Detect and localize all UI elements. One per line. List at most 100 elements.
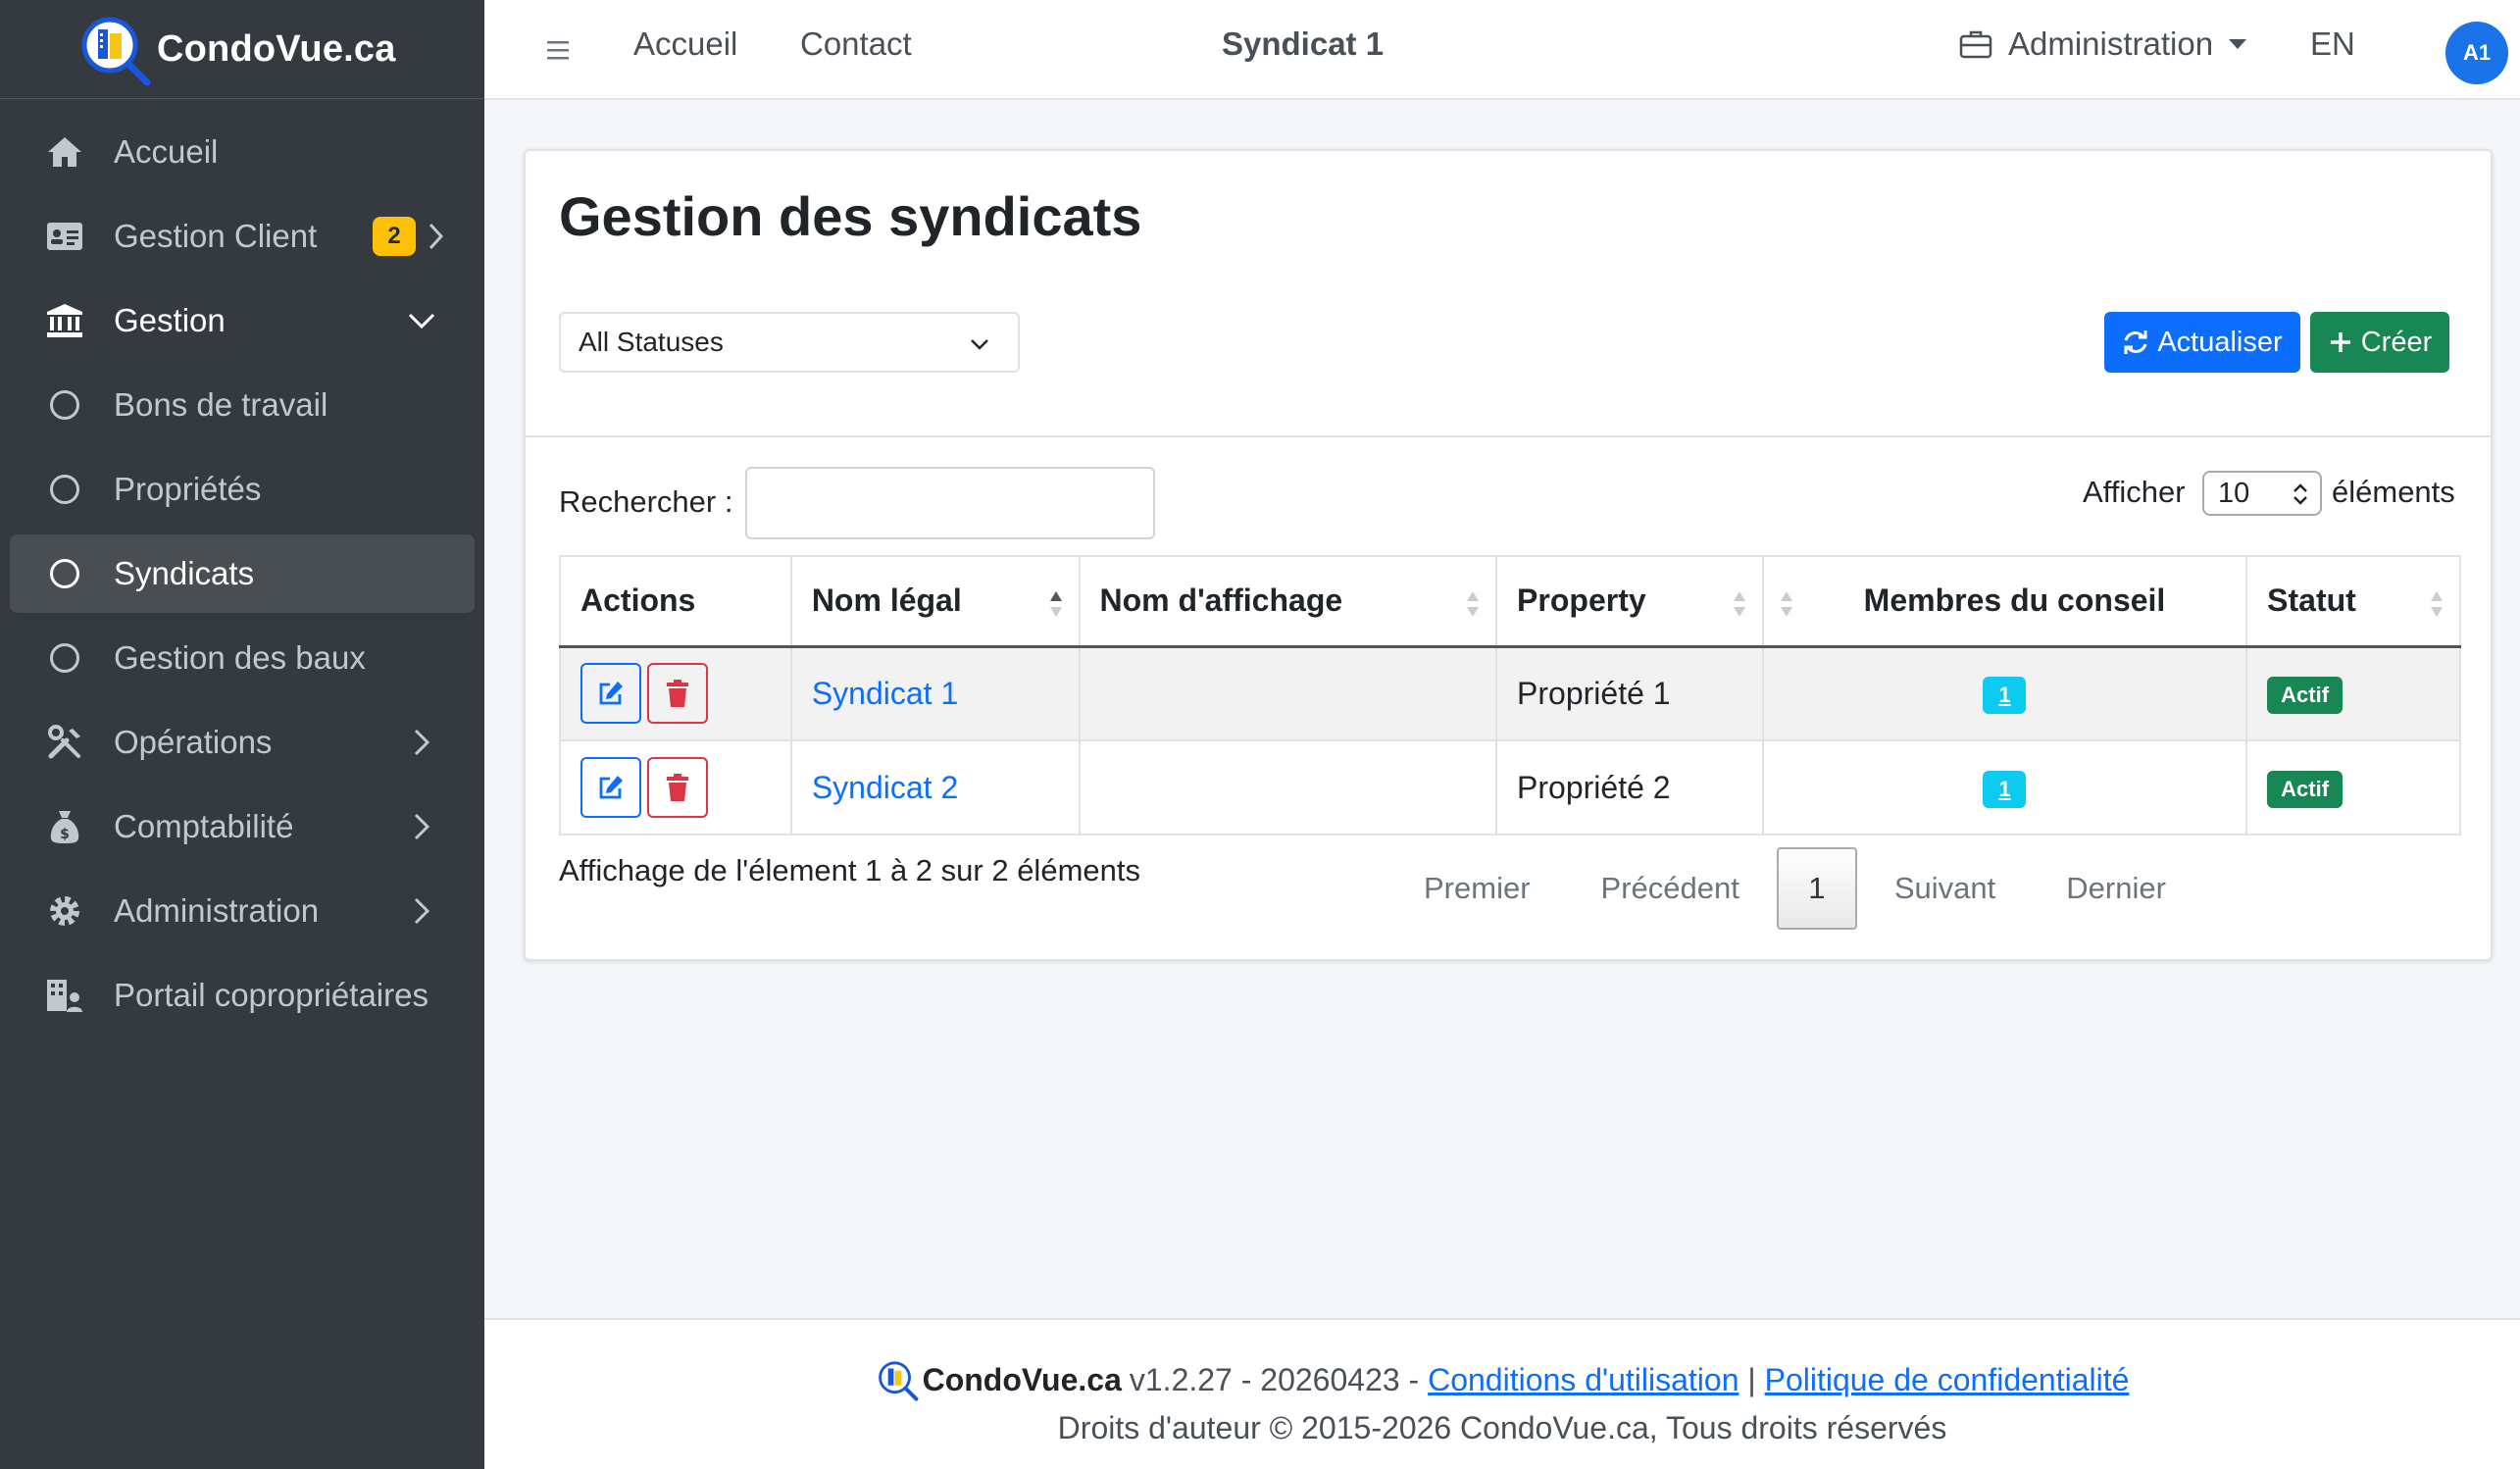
sidebar-item-label: Propriétés <box>114 471 262 507</box>
refresh-button[interactable]: Actualiser <box>2104 312 2300 373</box>
page-footer: CondoVue.ca v1.2.27 - 20260423 - Conditi… <box>484 1318 2520 1469</box>
sidebar-item-label: Accueil <box>114 133 219 170</box>
chevron-right-icon <box>414 897 430 925</box>
chevron-right-icon <box>414 729 430 756</box>
actions-cell <box>559 739 792 836</box>
circle-icon <box>45 470 84 509</box>
notification-badge: 2 <box>373 217 416 256</box>
nom-legal-cell: Syndicat 2 <box>789 739 1081 836</box>
nom-affichage-cell <box>1078 739 1498 836</box>
column-header-property[interactable]: Property <box>1495 555 1764 648</box>
sidebar-item-gestion-des-baux[interactable]: Gestion des baux <box>10 619 475 697</box>
chevron-right-icon <box>414 813 430 840</box>
status-badge: Actif <box>2267 676 2344 714</box>
sort-asc-icon <box>1049 591 1062 617</box>
delete-button[interactable] <box>647 663 708 725</box>
hamburger-menu-icon[interactable] <box>543 33 577 67</box>
gear-icon <box>45 891 84 931</box>
trash-icon <box>667 774 688 801</box>
footer-separator: | <box>1747 1361 1756 1397</box>
column-header-membres-du-conseil[interactable]: Membres du conseil <box>1761 555 2248 648</box>
condovue-logo-icon <box>76 10 155 88</box>
column-header-nom-legal[interactable]: Nom légal <box>789 555 1081 648</box>
search-input[interactable] <box>745 467 1155 539</box>
pagination-first[interactable]: Premier <box>1388 871 1566 906</box>
privacy-link[interactable]: Politique de confidentialité <box>1765 1362 2130 1398</box>
page-title: Gestion des syndicats <box>559 185 1142 247</box>
edit-icon <box>599 776 623 799</box>
sidebar-item-administration[interactable]: Administration <box>10 872 475 950</box>
condovue-logo-icon <box>878 1361 919 1401</box>
pagination-current-page[interactable]: 1 <box>1776 847 1857 930</box>
create-button[interactable]: Créer <box>2310 312 2449 373</box>
sidebar-item-portail-coproprietaires[interactable]: Portail copropriétaires <box>10 956 475 1035</box>
administration-dropdown[interactable]: Administration <box>1959 25 2247 63</box>
syndicats-table: Actions Nom légal Nom d'affichage Proper… <box>559 555 2461 836</box>
sidebar-item-gestion[interactable]: Gestion <box>10 281 475 360</box>
edit-button[interactable] <box>580 757 641 818</box>
sidebar-item-bons-de-travail[interactable]: Bons de travail <box>10 366 475 444</box>
sidebar-item-gestion-client[interactable]: Gestion Client 2 <box>10 197 475 276</box>
pagination-next[interactable]: Suivant <box>1859 871 2031 906</box>
terms-link[interactable]: Conditions d'utilisation <box>1428 1362 1739 1398</box>
property-cell: Propriété 2 <box>1495 739 1764 836</box>
edit-button[interactable] <box>580 663 641 725</box>
actions-cell <box>559 645 792 741</box>
nav-link-contact[interactable]: Contact <box>800 25 912 63</box>
nom-affichage-cell <box>1078 645 1498 741</box>
tools-icon <box>45 723 84 762</box>
user-avatar[interactable]: A1 <box>2445 22 2508 84</box>
create-button-label: Créer <box>2360 326 2433 358</box>
column-header-label: Property <box>1517 583 1646 619</box>
refresh-button-label: Actualiser <box>2157 326 2283 358</box>
syndicat-link[interactable]: Syndicat 2 <box>812 770 958 805</box>
sidebar-item-label: Opérations <box>114 724 273 760</box>
footer-version: v1.2.27 - 20260423 - <box>1129 1361 1420 1397</box>
sidebar-nav: Accueil Gestion Client 2 Gestion Bons de… <box>0 99 484 1035</box>
plus-icon <box>2330 332 2350 352</box>
table-row: Syndicat 2 Propriété 2 1 Actif <box>559 739 2461 836</box>
pagination-previous[interactable]: Précédent <box>1566 871 1775 906</box>
page-context-title: Syndicat 1 <box>1222 25 1385 62</box>
sidebar-item-proprietes[interactable]: Propriétés <box>10 450 475 529</box>
sidebar-item-label: Syndicats <box>114 555 255 591</box>
trash-icon <box>667 680 688 708</box>
chevron-down-icon <box>408 313 435 329</box>
column-header-actions: Actions <box>559 555 792 648</box>
up-down-arrows-icon <box>2293 483 2307 505</box>
sidebar-item-accueil[interactable]: Accueil <box>10 113 475 191</box>
brand-link[interactable]: CondoVue.ca <box>0 0 484 99</box>
column-header-statut[interactable]: Statut <box>2245 555 2461 648</box>
page-length-label: Afficher <box>2083 475 2186 509</box>
money-bag-icon: $ <box>45 807 84 846</box>
delete-button[interactable] <box>647 757 708 818</box>
pagination-last[interactable]: Dernier <box>2031 871 2201 906</box>
nav-link-accueil[interactable]: Accueil <box>633 25 737 63</box>
top-navbar: Accueil Contact Syndicat 1 Administratio… <box>484 0 2520 100</box>
sort-icon <box>1467 591 1480 617</box>
column-header-nom-affichage[interactable]: Nom d'affichage <box>1078 555 1498 648</box>
circle-icon <box>45 554 84 593</box>
sidebar-item-syndicats[interactable]: Syndicats <box>10 534 475 613</box>
membres-cell: 1 <box>1761 645 2248 741</box>
status-filter-select[interactable]: All Statuses <box>559 312 1020 373</box>
footer-line-1: CondoVue.ca v1.2.27 - 20260423 - Conditi… <box>484 1357 2520 1402</box>
column-header-label: Nom d'affichage <box>1099 583 1343 619</box>
id-card-icon <box>45 217 84 256</box>
membres-count-badge[interactable]: 1 <box>1983 676 2027 714</box>
home-icon <box>45 132 84 172</box>
footer-brand: CondoVue.ca <box>922 1361 1122 1397</box>
brand-name: CondoVue.ca <box>157 27 396 70</box>
sidebar-item-label: Gestion des baux <box>114 639 366 676</box>
sidebar-item-comptabilite[interactable]: $ Comptabilité <box>10 787 475 866</box>
page-length-value: 10 <box>2218 477 2250 509</box>
sidebar-item-label: Administration <box>114 892 320 929</box>
sidebar-item-operations[interactable]: Opérations <box>10 703 475 782</box>
chevron-right-icon <box>428 223 444 250</box>
membres-count-badge[interactable]: 1 <box>1983 770 2027 808</box>
syndicat-link[interactable]: Syndicat 1 <box>812 676 958 711</box>
nom-legal-cell: Syndicat 1 <box>789 645 1081 741</box>
property-cell: Propriété 1 <box>1495 645 1764 741</box>
page-length-select[interactable]: 10 <box>2202 471 2322 516</box>
language-toggle[interactable]: EN <box>2310 25 2355 63</box>
